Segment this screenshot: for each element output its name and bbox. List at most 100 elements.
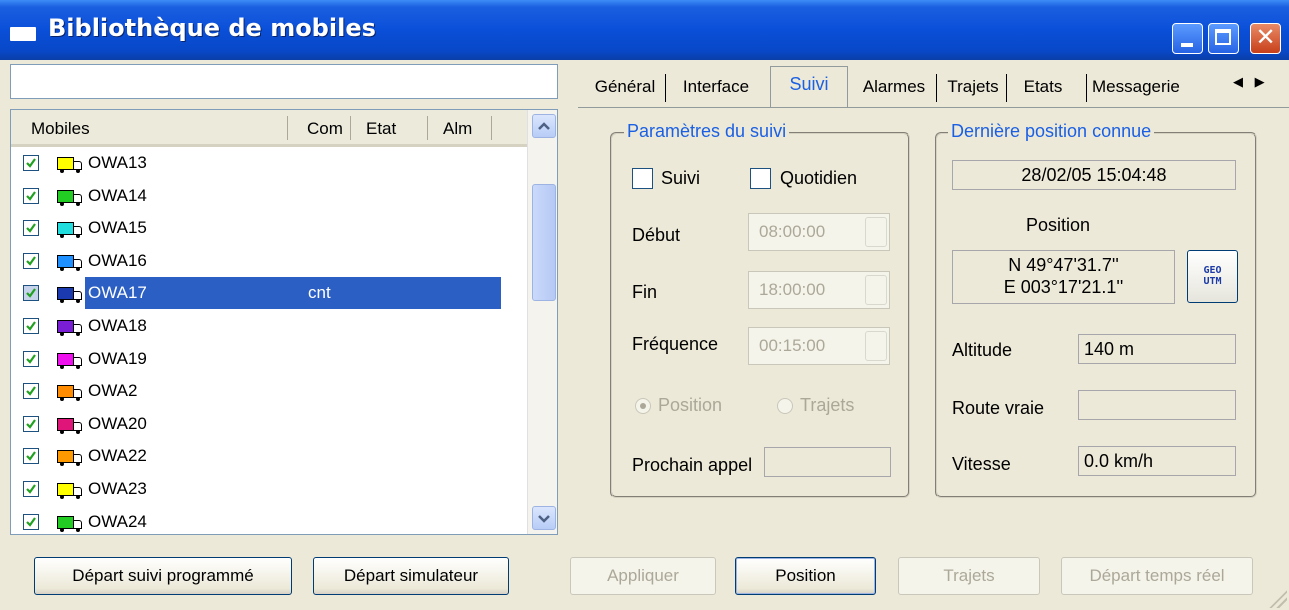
prochain-appel-field (764, 447, 891, 477)
fin-spinner[interactable]: 18:00:00 (748, 271, 890, 309)
col-mobiles[interactable]: Mobiles (31, 119, 90, 139)
app-icon (10, 27, 36, 41)
checkmark-icon (26, 353, 36, 364)
list-item[interactable]: OWA18 (11, 310, 527, 342)
truck-icon (57, 221, 85, 239)
row-checkbox[interactable] (23, 155, 39, 171)
mobile-name: OWA19 (88, 348, 147, 368)
frequence-spinner[interactable]: 00:15:00 (748, 327, 890, 365)
list-item[interactable]: OWA22 (11, 440, 527, 472)
trajets-radio[interactable] (777, 398, 793, 414)
list-item[interactable]: OWA23 (11, 473, 527, 505)
tab-scroll-arrows[interactable]: ◀ ▶ (1233, 74, 1265, 90)
latitude-value: N 49°47'31.7'' (1008, 255, 1119, 275)
list-item[interactable]: OWA13 (11, 147, 527, 179)
list-item[interactable]: OWA19 (11, 343, 527, 375)
col-com[interactable]: Com (307, 119, 343, 139)
debut-value: 08:00:00 (759, 222, 826, 241)
suivi-checkbox[interactable] (632, 168, 653, 189)
route-vraie-field (1078, 390, 1236, 420)
trajets-radio-label: Trajets (800, 395, 855, 415)
tab-general[interactable]: Général (586, 70, 664, 106)
appliquer-button[interactable]: Appliquer (570, 557, 716, 595)
filter-input[interactable] (10, 64, 558, 99)
tab-alarmes[interactable]: Alarmes (853, 70, 935, 106)
scroll-down-button[interactable] (532, 506, 556, 530)
list-item[interactable]: OWA24 (11, 506, 527, 534)
list-item[interactable]: OWA2 (11, 375, 527, 407)
frequence-value: 00:15:00 (759, 336, 826, 355)
row-checkbox[interactable] (23, 415, 39, 432)
row-checkbox[interactable] (23, 187, 39, 204)
row-checkbox[interactable] (23, 448, 39, 465)
checkmark-icon (26, 386, 36, 396)
debut-spinner[interactable]: 08:00:00 (748, 213, 890, 251)
tab-trajets[interactable]: Trajets (941, 70, 1005, 106)
list-item[interactable]: OWA20 (11, 408, 527, 440)
truck-icon (57, 384, 85, 402)
row-checkbox[interactable] (23, 350, 39, 367)
geo-utm-button[interactable]: GEO UTM (1187, 250, 1238, 303)
position-radio[interactable] (635, 398, 651, 414)
suivi-checkbox-label: Suivi (661, 168, 701, 188)
list-item[interactable]: OWA17 cnt (11, 277, 527, 310)
row-checkbox[interactable] (23, 383, 39, 400)
row-checkbox[interactable] (23, 220, 39, 237)
list-item[interactable]: OWA16 (11, 245, 527, 277)
tab-suivi[interactable]: Suivi (770, 66, 848, 108)
position-radio-label: Position (658, 395, 723, 415)
truck-icon (57, 319, 85, 336)
close-button[interactable]: ✕ (1250, 23, 1281, 54)
position-button[interactable]: Position (735, 557, 876, 595)
tab-interface[interactable]: Interface (672, 70, 760, 106)
row-checkbox[interactable] (23, 252, 39, 269)
col-etat[interactable]: Etat (366, 119, 396, 139)
mobile-name: OWA17 (88, 283, 147, 303)
mobile-name: OWA16 (88, 250, 147, 270)
spin-updown-icon[interactable] (865, 331, 887, 361)
mobile-name: OWA18 (88, 316, 147, 335)
list-scrollbar[interactable] (527, 110, 557, 534)
depart-simulateur-button[interactable]: Départ simulateur (313, 557, 509, 595)
checkmark-icon (26, 223, 36, 233)
col-alm[interactable]: Alm (443, 119, 472, 139)
mobile-name: OWA13 (88, 153, 147, 172)
tab-messagerie[interactable]: Messagerie (1092, 70, 1196, 106)
tab-panel-border (578, 107, 1289, 108)
mobiles-list[interactable]: Mobiles Com Etat Alm OWA13 OWA14 OWA15 OWA1… (10, 109, 558, 535)
row-checkbox[interactable] (23, 513, 39, 530)
longitude-value: E 003°17'21.1'' (1003, 277, 1124, 297)
tab-etats[interactable]: Etats (1013, 70, 1073, 106)
maximize-button[interactable] (1208, 23, 1239, 54)
mobile-name: OWA14 (88, 185, 147, 205)
scroll-thumb[interactable] (532, 184, 556, 301)
truck-icon (57, 286, 85, 304)
quotidien-checkbox[interactable] (750, 168, 771, 189)
chevron-up-icon (538, 122, 550, 130)
resize-grip-icon[interactable] (1269, 590, 1287, 608)
row-checkbox[interactable] (23, 285, 39, 302)
checkmark-icon (26, 484, 36, 494)
depart-temps-reel-button[interactable]: Départ temps réel (1061, 557, 1253, 595)
row-checkbox[interactable] (23, 481, 39, 497)
depart-suivi-programme-button[interactable]: Départ suivi programmé (34, 557, 292, 595)
truck-icon (57, 449, 85, 467)
list-item[interactable]: OWA15 (11, 212, 527, 244)
quotidien-checkbox-label: Quotidien (780, 168, 858, 188)
position-label: Position (1026, 215, 1091, 235)
vitesse-field: 0.0 km/h (1078, 446, 1236, 476)
trajets-button[interactable]: Trajets (898, 557, 1040, 595)
tab-left-icon[interactable]: ◀ (1233, 74, 1243, 89)
row-checkbox[interactable] (23, 318, 39, 334)
checkmark-icon (26, 256, 36, 266)
list-item[interactable]: OWA14 (11, 180, 527, 212)
tab-right-icon[interactable]: ▶ (1255, 74, 1265, 89)
scroll-up-button[interactable] (532, 114, 556, 138)
altitude-field: 140 m (1078, 334, 1236, 364)
mobile-name: OWA23 (88, 479, 147, 498)
minimize-button[interactable] (1172, 23, 1203, 54)
datetime-field: 28/02/05 15:04:48 (952, 160, 1236, 190)
checkmark-icon (26, 288, 36, 299)
spin-updown-icon[interactable] (865, 217, 887, 247)
spin-updown-icon[interactable] (865, 275, 887, 305)
